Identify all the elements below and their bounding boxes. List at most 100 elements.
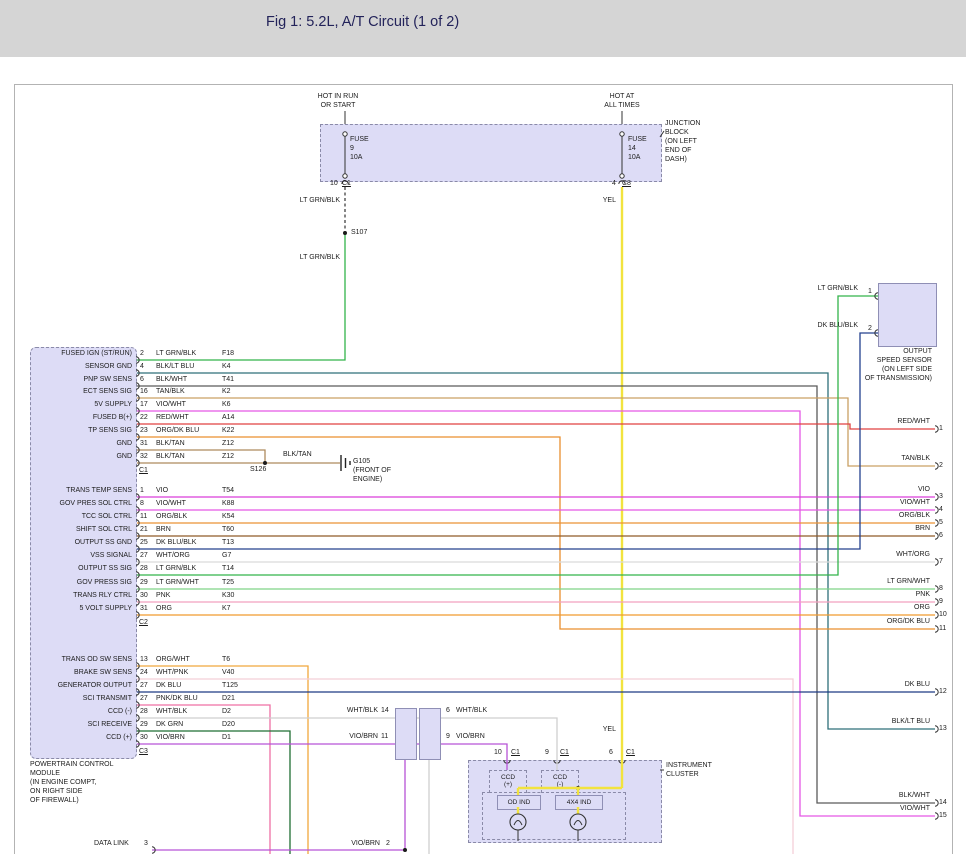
wire-color-label: DK BLU/BLK [772, 322, 858, 330]
edge-pin-number: 13 [939, 725, 947, 733]
connector-pin: 3 [144, 840, 148, 848]
circuit-number: K54 [222, 513, 234, 521]
edge-pin-number: 8 [939, 585, 943, 593]
label-layer: HOT IN RUN OR START HOT AT ALL TIMES FUS… [0, 0, 966, 854]
connector-label: C8 [622, 180, 631, 188]
circuit-number: K22 [222, 427, 234, 435]
pcm-connector-label: C2 [139, 619, 148, 627]
wire-color-label: PNK/DK BLU [156, 695, 198, 703]
power-source-label: HOT IN RUN OR START [308, 92, 368, 110]
pcm-pin-number: 21 [140, 526, 148, 534]
wire-color-label: VIO [838, 486, 930, 494]
pcm-pin-number: 4 [140, 363, 144, 371]
connector-pin: 9 [545, 749, 549, 757]
wire-color-label: BLK/TAN [156, 440, 185, 448]
pcm-pin-number: 8 [140, 500, 144, 508]
pcm-pin-label: BRAKE SW SENS [32, 669, 132, 677]
pcm-pin-label: 5V SUPPLY [32, 401, 132, 409]
wire-color-label: LT GRN/BLK [268, 254, 340, 262]
splice-label: S126 [250, 466, 266, 474]
pcm-connector-label: C1 [139, 467, 148, 475]
wire-color-label: ORG/DK BLU [156, 427, 199, 435]
circuit-number: A14 [222, 414, 234, 422]
circuit-number: K7 [222, 605, 231, 613]
pcm-connector-label: C3 [139, 748, 148, 756]
connector-label: C1 [511, 749, 520, 757]
wire-color-label: BLK/TAN [283, 451, 312, 459]
pcm-caption: POWERTRAIN CONTROL MODULE (IN ENGINE COM… [30, 760, 142, 805]
circuit-number: T41 [222, 376, 234, 384]
connector-pin: 4 [612, 180, 616, 188]
pcm-pin-label: PNP SW SENS [32, 376, 132, 384]
connector-pin: 9 [446, 733, 450, 741]
connector-pin: 2 [868, 325, 872, 333]
pcm-pin-number: 23 [140, 427, 148, 435]
pcm-pin-label: VSS SIGNAL [32, 552, 132, 560]
edge-pin-number: 6 [939, 532, 943, 540]
pcm-pin-label: TRANS OD SW SENS [32, 656, 132, 664]
pcm-pin-number: 1 [140, 487, 144, 495]
pcm-pin-label: GOV PRES SOL CTRL [32, 500, 132, 508]
circuit-number: K2 [222, 388, 231, 396]
pcm-pin-label: CCD (+) [32, 734, 132, 742]
pcm-pin-number: 31 [140, 440, 148, 448]
pcm-pin-label: SCI RECEIVE [32, 721, 132, 729]
connector-label: C1 [626, 749, 635, 757]
wire-color-label: ORG [156, 605, 172, 613]
wire-color-label: TAN/BLK [156, 388, 185, 396]
circuit-number: K6 [222, 401, 231, 409]
pcm-pin-number: 29 [140, 579, 148, 587]
pcm-pin-label: CCD (-) [32, 708, 132, 716]
connector-pin: 6 [446, 707, 450, 715]
pcm-pin-label: OUTPUT SS SIG [32, 565, 132, 573]
fuse-14-label: FUSE 14 10A [628, 135, 647, 162]
wire-color-label: LT GRN/BLK [156, 565, 196, 573]
splice-label: S107 [351, 229, 367, 237]
wire-color-label: VIO/BRN [334, 840, 380, 848]
connector-pin: 10 [330, 180, 338, 188]
edge-pin-number: 7 [939, 558, 943, 566]
edge-pin-number: 9 [939, 598, 943, 606]
data-link-label: DATA LINK [94, 840, 129, 848]
circuit-number: T60 [222, 526, 234, 534]
pcm-pin-label: SHIFT SOL CTRL [32, 526, 132, 534]
pcm-pin-number: 28 [140, 708, 148, 716]
wire-color-label: BLK/LT BLU [838, 718, 930, 726]
connector-pin: 11 [381, 733, 388, 741]
pcm-pin-number: 25 [140, 539, 148, 547]
wire-color-label: WHT/ORG [838, 551, 930, 559]
wire-color-label: DK BLU [838, 681, 930, 689]
pcm-pin-label: GND [32, 440, 132, 448]
connector-pin: 6 [609, 749, 613, 757]
wire-color-label: VIO/BRN [156, 734, 185, 742]
pcm-pin-label: TRANS TEMP SENS [32, 487, 132, 495]
pcm-pin-number: 27 [140, 695, 148, 703]
pcm-pin-number: 31 [140, 605, 148, 613]
wire-color-label: RED/WHT [156, 414, 189, 422]
pcm-pin-label: GOV PRESS SIG [32, 579, 132, 587]
pcm-pin-label: TP SENS SIG [32, 427, 132, 435]
pcm-pin-number: 30 [140, 592, 148, 600]
pcm-pin-label: TCC SOL CTRL [32, 513, 132, 521]
pcm-pin-label: FUSED B(+) [32, 414, 132, 422]
junction-block-caption: JUNCTION BLOCK (ON LEFT END OF DASH) [665, 119, 700, 164]
wire-color-label: VIO/WHT [838, 805, 930, 813]
circuit-number: Z12 [222, 453, 234, 461]
pcm-pin-number: 11 [140, 513, 147, 521]
edge-pin-number: 12 [939, 688, 947, 696]
wire-color-label: ORG/BLK [156, 513, 187, 521]
wire-color-label: VIO/BRN [456, 733, 485, 741]
wire-color-label: VIO/WHT [156, 500, 186, 508]
wire-color-label: BRN [838, 525, 930, 533]
pcm-pin-number: 27 [140, 552, 148, 560]
circuit-number: T14 [222, 565, 234, 573]
circuit-number: T54 [222, 487, 234, 495]
wire-color-label: ORG/BLK [838, 512, 930, 520]
wire-color-label: LT GRN/BLK [156, 350, 196, 358]
wire-color-label: ORG/WHT [156, 656, 190, 664]
pcm-pin-number: 28 [140, 565, 148, 573]
circuit-number: G7 [222, 552, 231, 560]
wire-color-label: YEL [578, 726, 616, 734]
circuit-number: K4 [222, 363, 231, 371]
pcm-pin-label: ECT SENS SIG [32, 388, 132, 396]
